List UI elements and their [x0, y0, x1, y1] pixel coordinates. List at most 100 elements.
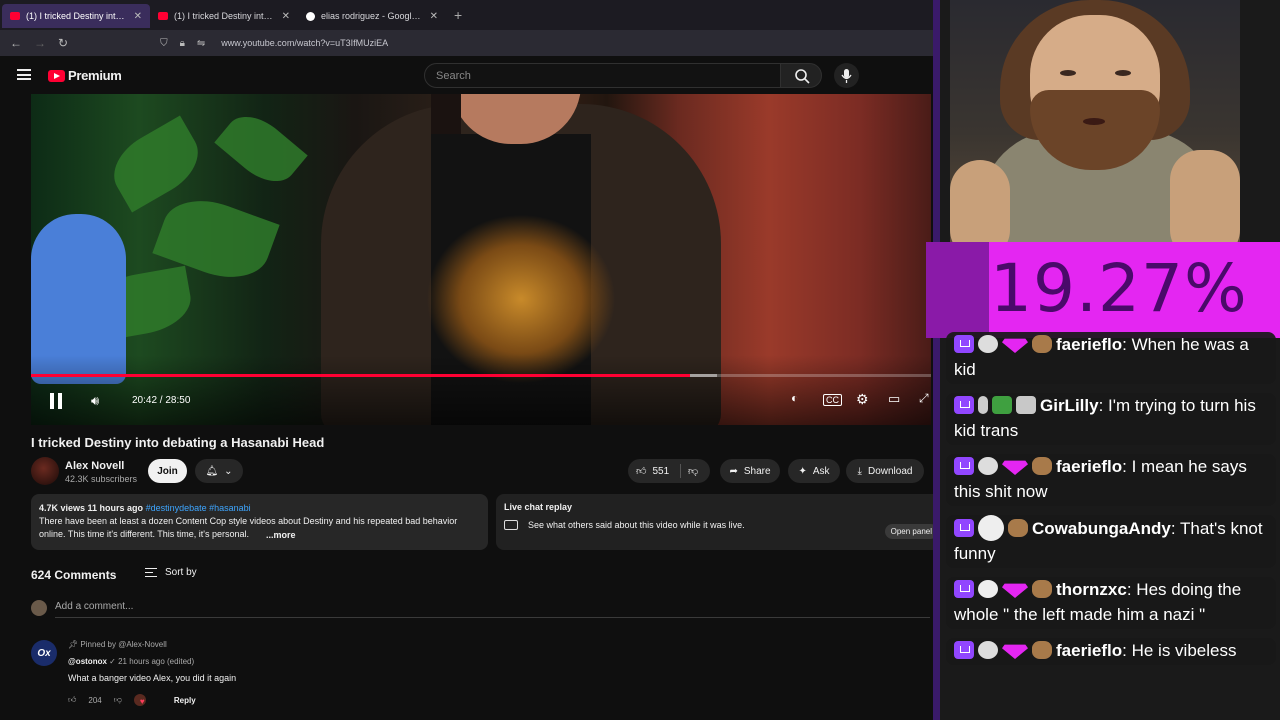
voice-search-button[interactable]	[834, 63, 859, 88]
comment-header: @ostonox ✓ 21 hours ago (edited)	[68, 657, 194, 666]
chat-message: faerieflo: I mean he says this shit now	[946, 454, 1276, 506]
comment-avatar[interactable]: Ox	[31, 640, 57, 666]
player-controls: 🔊︎ 20:42 / 28:50 ◐ CC ⚙ ▭ ⤢	[31, 385, 931, 415]
chat-message: thornzxc: Hes doing the whole " the left…	[946, 577, 1276, 629]
chat-username: faerieflo	[1056, 335, 1123, 354]
plant-leaf	[102, 115, 210, 213]
theater-mode-icon[interactable]: ▭	[888, 391, 900, 407]
video-player[interactable]: 🔊︎ 20:42 / 28:50 ◐ CC ⚙ ▭ ⤢	[31, 94, 931, 425]
pinned-by-text: Pinned by @Alex-Novell	[80, 640, 167, 649]
subscriber-count: 42.3K subscribers	[65, 474, 138, 484]
webcam-eye	[1060, 70, 1076, 76]
open-panel-button[interactable]: Open panel	[884, 524, 938, 539]
download-button[interactable]: ⤓ Download	[846, 459, 924, 483]
browser-tab-youtube-2[interactable]: (1) I tricked Destiny into de ✕	[150, 4, 298, 28]
share-button[interactable]: ➦ Share	[720, 459, 780, 483]
show-more-link[interactable]: ...more	[262, 529, 296, 542]
volume-icon[interactable]: 🔊︎	[91, 393, 99, 409]
comment-like-icon[interactable]: 👍︎	[68, 695, 76, 705]
webcam-arm	[950, 160, 1010, 242]
gem-badge-icon	[1002, 460, 1028, 475]
skull-badge-icon	[978, 335, 998, 353]
thumbs-down-icon[interactable]: 👎︎	[688, 465, 698, 477]
channel-avatar[interactable]	[31, 457, 59, 485]
comment-author[interactable]: @ostonox	[68, 657, 107, 666]
comment-dislike-icon[interactable]: 👎︎	[114, 695, 122, 705]
live-chat-replay-title: Live chat replay	[504, 502, 573, 512]
browser-tab-google[interactable]: elias rodriguez - Google Search ✕	[298, 4, 446, 28]
chat-colon: :	[1122, 641, 1132, 660]
sort-by-button[interactable]: Sort by	[145, 567, 197, 578]
join-button[interactable]: Join	[148, 459, 187, 483]
gem-badge-icon	[1002, 644, 1028, 659]
chat-message: faerieflo: When he was a kid	[946, 332, 1276, 384]
fullscreen-icon[interactable]: ⤢	[919, 391, 929, 406]
captions-icon[interactable]: CC	[823, 394, 842, 406]
close-tab-icon[interactable]: ✕	[134, 11, 142, 22]
verified-check-icon: ✓	[109, 657, 119, 666]
chat-colon: :	[1122, 335, 1132, 354]
comment-count: 624 Comments	[31, 568, 117, 582]
like-count: 551	[652, 465, 670, 477]
channel-name[interactable]: Alex Novell	[65, 460, 124, 472]
chat-colon: :	[1098, 396, 1109, 415]
dog-badge-icon	[1032, 335, 1052, 353]
chat-colon: :	[1122, 457, 1132, 476]
chat-icon	[504, 520, 518, 530]
close-tab-icon[interactable]: ✕	[282, 11, 290, 22]
reload-icon[interactable]: ↻	[58, 36, 68, 50]
pinned-label: 📌︎ Pinned by @Alex-Novell	[68, 640, 167, 649]
bell-icon: 🔔︎	[205, 465, 219, 477]
user-avatar	[31, 600, 47, 616]
twitch-badge-icon	[954, 396, 974, 414]
hashtags[interactable]: #destinydebate #hasanabi	[146, 503, 251, 513]
youtube-favicon-icon	[10, 12, 20, 20]
webcam-eye	[1115, 70, 1131, 76]
permissions-icon[interactable]: ⇋	[197, 38, 205, 49]
creator-heart-icon	[133, 694, 146, 706]
dog-badge-icon	[1032, 457, 1052, 475]
live-chat-replay-text: See what others said about this video wh…	[528, 520, 745, 530]
menu-icon[interactable]	[17, 69, 31, 80]
webcam-mouth	[1083, 118, 1105, 125]
url-text[interactable]: www.youtube.com/watch?v=uT3IfMUziEA	[221, 38, 388, 48]
add-comment-input[interactable]: Add a comment...	[55, 601, 930, 618]
search-button[interactable]	[780, 63, 822, 88]
sub-badge-icon	[978, 515, 1004, 541]
settings-gear-icon[interactable]: ⚙	[856, 391, 869, 408]
youtube-play-icon	[48, 69, 65, 82]
description-box[interactable]: 4.7K views 11 hours ago #destinydebate #…	[31, 494, 488, 550]
pause-icon[interactable]	[49, 393, 63, 409]
overlay-edge	[933, 0, 940, 720]
webcam-feed	[950, 0, 1240, 242]
reply-button[interactable]: Reply	[174, 696, 196, 705]
forward-arrow-icon[interactable]: →	[34, 36, 46, 50]
new-tab-icon[interactable]: +	[454, 7, 462, 23]
search-input[interactable]: Search	[424, 63, 781, 88]
autoplay-toggle-icon[interactable]: ◐	[791, 391, 798, 405]
youtube-logo[interactable]: Premium	[48, 68, 122, 83]
pup-badge-icon	[978, 580, 998, 598]
twitch-badge-icon	[954, 580, 974, 598]
divider	[680, 464, 681, 478]
notifications-button[interactable]: 🔔︎ ⌄	[195, 459, 243, 483]
browser-tab-youtube-1[interactable]: (1) I tricked Destiny into de ✕	[2, 4, 150, 28]
chat-username: GirLilly	[1040, 396, 1099, 415]
dog-badge-icon	[1008, 519, 1028, 537]
video-title: I tricked Destiny into debating a Hasana…	[31, 435, 325, 450]
shield-icon[interactable]: ⛉	[160, 38, 168, 49]
twitch-badge-icon	[954, 641, 974, 659]
plant-leaf	[214, 104, 308, 194]
chat-username: faerieflo	[1056, 457, 1123, 476]
tab-label: (1) I tricked Destiny into de	[26, 11, 128, 21]
ask-button[interactable]: ✦ Ask	[788, 459, 840, 483]
twitch-badge-icon	[954, 335, 974, 353]
dog-badge-icon	[1032, 641, 1052, 659]
progress-bar[interactable]	[31, 374, 931, 377]
like-button[interactable]: 👍︎ 551 👎︎	[628, 459, 710, 483]
gem-badge-icon	[1002, 583, 1028, 598]
lock-icon[interactable]: 🔒︎	[180, 38, 185, 49]
views-and-date: 4.7K views 11 hours ago	[39, 503, 144, 513]
close-tab-icon[interactable]: ✕	[430, 11, 438, 22]
back-arrow-icon[interactable]: ←	[10, 36, 22, 50]
